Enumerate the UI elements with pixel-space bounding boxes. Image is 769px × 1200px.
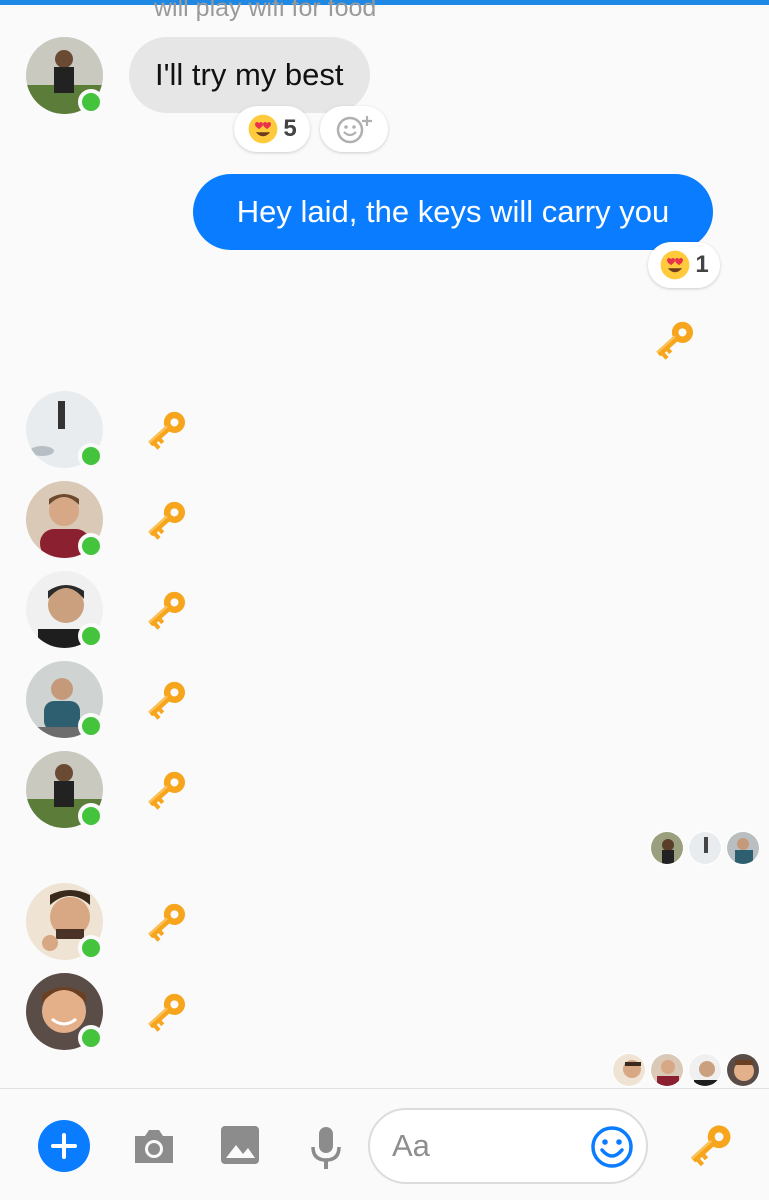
avatar[interactable]	[26, 973, 104, 1051]
online-indicator	[78, 935, 104, 961]
top-accent-bar	[0, 0, 769, 5]
reaction-count: 5	[283, 115, 297, 142]
key-emoji-message[interactable]	[140, 674, 192, 726]
online-indicator	[78, 623, 104, 649]
online-indicator	[78, 1025, 104, 1051]
avatar[interactable]	[26, 883, 104, 961]
avatar[interactable]	[26, 751, 104, 829]
add-reaction-icon	[336, 116, 372, 144]
emoji-button[interactable]	[588, 1123, 636, 1171]
key-emoji-message[interactable]	[140, 404, 192, 456]
seen-avatar	[726, 831, 760, 865]
online-indicator	[78, 443, 104, 469]
key-emoji-message[interactable]	[140, 986, 192, 1038]
seen-avatar	[688, 831, 722, 865]
plus-icon	[51, 1133, 77, 1159]
heart-eyes-icon	[659, 249, 691, 281]
avatar[interactable]	[26, 391, 104, 469]
seen-avatar	[650, 1053, 684, 1087]
online-indicator	[78, 713, 104, 739]
camera-icon	[135, 1130, 173, 1163]
outgoing-message-bubble[interactable]: Hey laid, the keys will carry you	[193, 174, 713, 250]
key-emoji-message[interactable]	[140, 494, 192, 546]
previous-message-tail: will play wifi for food	[154, 0, 377, 22]
key-emoji-message[interactable]	[140, 896, 192, 948]
message-input-container	[368, 1108, 648, 1184]
heart-eyes-icon	[247, 113, 279, 145]
more-actions-button[interactable]	[38, 1120, 90, 1172]
key-send-button[interactable]	[682, 1117, 738, 1173]
smiley-icon	[591, 1126, 633, 1168]
avatar[interactable]	[26, 571, 104, 649]
message-input[interactable]	[392, 1126, 582, 1166]
reaction-badge[interactable]: 5	[234, 106, 310, 152]
avatar[interactable]	[26, 37, 104, 115]
key-emoji-message[interactable]	[140, 764, 192, 816]
online-indicator	[78, 533, 104, 559]
camera-button[interactable]	[130, 1125, 178, 1167]
incoming-message-bubble[interactable]: I'll try my best	[129, 37, 370, 113]
key-emoji-message[interactable]	[140, 584, 192, 636]
image-icon	[221, 1126, 259, 1164]
gallery-button[interactable]	[218, 1123, 262, 1167]
seen-avatar	[650, 831, 684, 865]
seen-avatar	[726, 1053, 760, 1087]
key-emoji-message[interactable]	[648, 314, 700, 366]
microphone-icon	[311, 1127, 341, 1169]
reaction-badge[interactable]: 1	[648, 242, 720, 288]
avatar[interactable]	[26, 481, 104, 559]
seen-avatar	[688, 1053, 722, 1087]
message-composer	[0, 1088, 769, 1200]
reaction-count: 1	[695, 251, 709, 278]
seen-avatar	[612, 1053, 646, 1087]
voice-button[interactable]	[306, 1123, 346, 1173]
online-indicator	[78, 803, 104, 829]
add-reaction-button[interactable]	[320, 106, 388, 152]
online-indicator	[78, 89, 104, 115]
avatar[interactable]	[26, 661, 104, 739]
